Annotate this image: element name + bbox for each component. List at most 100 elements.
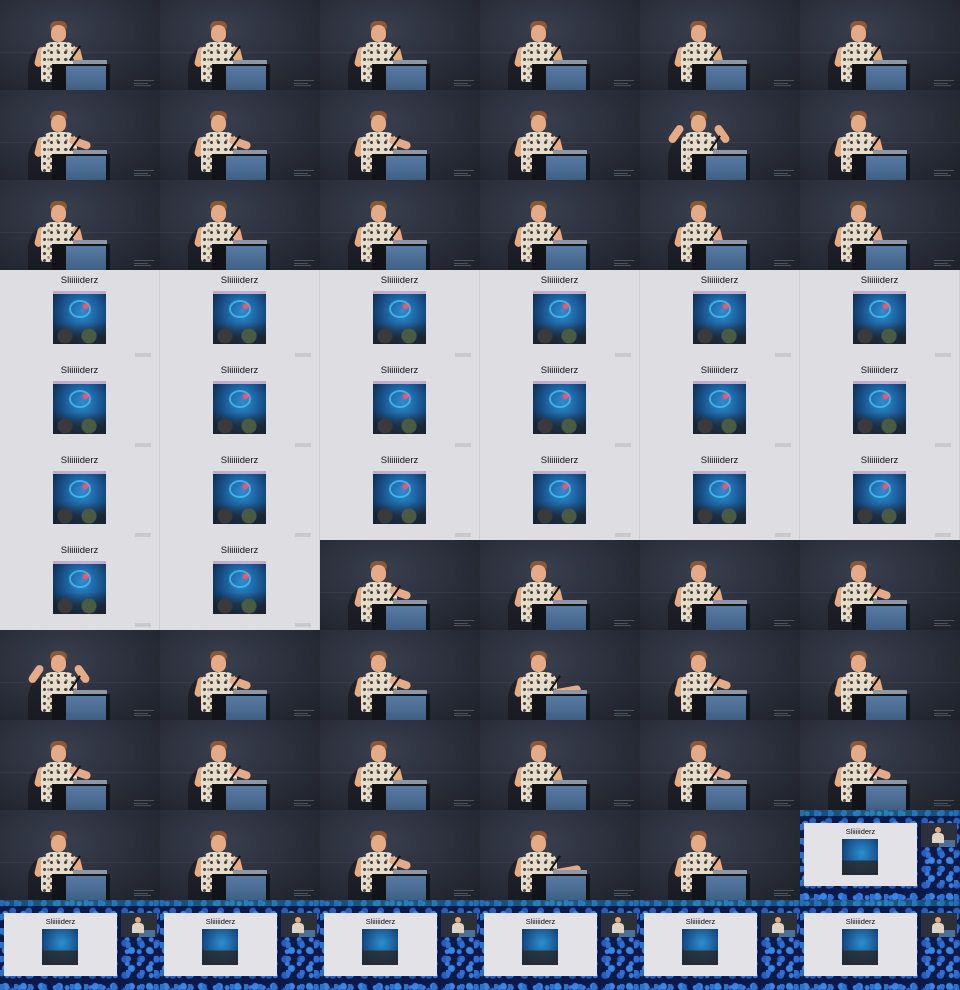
- vr-hands: [853, 322, 906, 344]
- speaker-frame: [480, 720, 640, 810]
- head: [51, 745, 66, 762]
- lectern: [852, 694, 910, 720]
- glow: [243, 484, 248, 489]
- head: [691, 835, 706, 852]
- slide-frame: Sliiiiiderz: [640, 360, 800, 450]
- speaker-frame: [800, 0, 960, 90]
- head: [51, 25, 66, 42]
- game-screenshot: [842, 929, 878, 965]
- lectern-panel: [66, 696, 106, 720]
- lectern: [532, 154, 590, 180]
- game-screenshot: [533, 291, 586, 344]
- speaker-frame: [320, 720, 480, 810]
- head: [211, 25, 226, 42]
- lectern-panel: [386, 156, 426, 180]
- vr-hands: [213, 502, 266, 524]
- lectern-panel: [866, 246, 906, 270]
- slide-frame: Sliiiiiderz: [800, 360, 960, 450]
- slide-frame: Sliiiiiderz: [320, 270, 480, 360]
- watermark-logo: [454, 170, 474, 176]
- speaker-frame: [800, 90, 960, 180]
- slide-panel: Sliiiiiderz: [4, 913, 117, 976]
- lectern-panel: [226, 66, 266, 90]
- glow: [243, 394, 248, 399]
- slide-title: Sliiiiiderz: [860, 365, 899, 376]
- game-screenshot: [533, 381, 586, 434]
- vr-hands: [53, 412, 106, 434]
- vr-hands: [373, 502, 426, 524]
- game-screenshot: [693, 471, 746, 524]
- head: [691, 205, 706, 222]
- vr-hands: [853, 412, 906, 434]
- top-band: [480, 900, 640, 906]
- glow: [403, 484, 408, 489]
- slide-frame: Sliiiiiderz: [0, 450, 160, 540]
- glow: [403, 304, 408, 309]
- vr-hands: [533, 502, 586, 524]
- lectern-panel: [386, 876, 426, 900]
- vr-hands: [693, 322, 746, 344]
- lectern: [532, 244, 590, 270]
- watermark-logo: [295, 623, 311, 627]
- watermark-logo: [455, 443, 471, 447]
- lectern-panel: [546, 696, 586, 720]
- head: [691, 655, 706, 672]
- slide-title: Sliiiiiderz: [860, 275, 899, 286]
- lectern: [212, 784, 270, 810]
- slide-frame: Sliiiiiderz: [0, 360, 160, 450]
- game-screenshot: [213, 291, 266, 344]
- speaker-frame: [0, 630, 160, 720]
- lectern: [692, 64, 750, 90]
- watermark-logo: [614, 800, 634, 806]
- head: [851, 655, 866, 672]
- slide-title: Sliiiiiderz: [380, 275, 419, 286]
- slide-frame: Sliiiiiderz: [160, 270, 320, 360]
- head: [211, 745, 226, 762]
- slide-title: Sliiiiiderz: [685, 917, 716, 926]
- lectern: [372, 64, 430, 90]
- lectern: [372, 154, 430, 180]
- slide-title: Sliiiiiderz: [525, 917, 556, 926]
- game-screenshot: [682, 929, 718, 965]
- slide-frame: Sliiiiiderz: [800, 450, 960, 540]
- lectern: [779, 930, 795, 937]
- vr-hands: [853, 502, 906, 524]
- lectern: [692, 154, 750, 180]
- game-screenshot: [53, 471, 106, 524]
- watermark-logo: [295, 443, 311, 447]
- lectern: [852, 64, 910, 90]
- slide-title: Sliiiiiderz: [540, 455, 579, 466]
- ring: [869, 390, 891, 408]
- head: [531, 655, 546, 672]
- watermark-logo: [934, 80, 954, 86]
- head: [691, 565, 706, 582]
- glow: [83, 394, 88, 399]
- head: [531, 205, 546, 222]
- lectern: [372, 784, 430, 810]
- watermark-logo: [774, 260, 794, 266]
- speaker-frame: [0, 180, 160, 270]
- composite-frame: Sliiiiiderz: [800, 810, 960, 900]
- vr-hands: [533, 322, 586, 344]
- slide-title: Sliiiiiderz: [845, 827, 876, 836]
- watermark-logo: [134, 890, 154, 896]
- head: [211, 655, 226, 672]
- lectern: [52, 244, 110, 270]
- watermark-logo: [614, 260, 634, 266]
- slide-frame: Sliiiiiderz: [800, 270, 960, 360]
- speaker-frame: [800, 180, 960, 270]
- lectern-panel: [226, 246, 266, 270]
- watermark-logo: [934, 620, 954, 626]
- lectern-panel: [866, 786, 906, 810]
- slide-title: Sliiiiiderz: [700, 365, 739, 376]
- lectern: [52, 64, 110, 90]
- slide-title: Sliiiiiderz: [60, 455, 99, 466]
- glow: [83, 574, 88, 579]
- lectern-panel: [546, 156, 586, 180]
- lectern-panel: [546, 876, 586, 900]
- lectern-panel: [226, 156, 266, 180]
- lectern-panel: [66, 876, 106, 900]
- lectern: [532, 604, 590, 630]
- slide-title: Sliiiiiderz: [220, 545, 259, 556]
- slide-frame: Sliiiiiderz: [320, 450, 480, 540]
